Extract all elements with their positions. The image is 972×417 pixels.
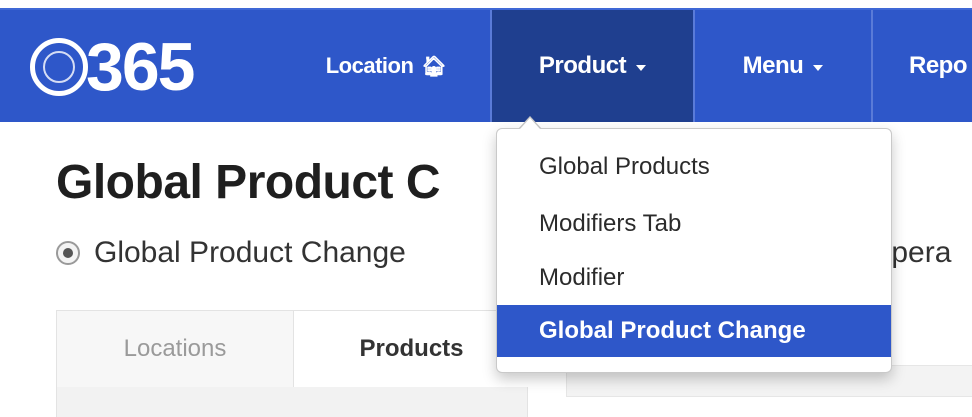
tab-panel: Locations Products bbox=[56, 310, 529, 417]
menu-item-modifier[interactable]: Modifier bbox=[497, 252, 891, 304]
radio-label-global-product-change: Global Product Change bbox=[94, 236, 406, 269]
dropdown-arrow-inner bbox=[520, 118, 540, 129]
menu-item-global-product-change[interactable]: Global Product Change bbox=[497, 305, 891, 357]
radio-selected-icon[interactable] bbox=[56, 241, 80, 265]
tab-locations-label: Locations bbox=[123, 335, 227, 362]
nav-location[interactable]: Location 🏠︎ bbox=[282, 10, 490, 122]
nav-product-label: Product bbox=[538, 52, 627, 79]
nav-location-label: Location bbox=[325, 53, 414, 78]
menu-item-global-products[interactable]: Global Products bbox=[497, 141, 891, 193]
nav-product[interactable]: Product bbox=[490, 10, 695, 122]
home-icon: 🏠︎ bbox=[421, 55, 447, 78]
caret-down-icon bbox=[636, 64, 647, 71]
logo-ring-icon bbox=[30, 38, 88, 96]
brand-logo[interactable]: 365 bbox=[30, 29, 195, 105]
radio-option-global-product-change[interactable]: Global Product Change bbox=[56, 236, 406, 270]
product-dropdown-menu: Global Products Modifiers Tab Modifier G… bbox=[496, 128, 892, 373]
tab-products[interactable]: Products bbox=[293, 311, 529, 387]
tab-products-label: Products bbox=[359, 335, 464, 362]
logo-text: 365 bbox=[86, 29, 195, 105]
tab-locations[interactable]: Locations bbox=[57, 311, 293, 387]
nav-menu-label: Menu bbox=[742, 52, 804, 79]
caret-down-icon bbox=[813, 64, 824, 71]
top-navbar: 365 Location 🏠︎ Product Menu Repo bbox=[0, 8, 972, 122]
nav-menu[interactable]: Menu bbox=[695, 10, 873, 122]
menu-item-modifiers-tab[interactable]: Modifiers Tab bbox=[497, 198, 891, 250]
nav-reports[interactable]: Repo bbox=[873, 10, 972, 122]
page-title: Global Product C bbox=[56, 156, 441, 209]
nav-reports-label: Repo bbox=[909, 52, 968, 79]
